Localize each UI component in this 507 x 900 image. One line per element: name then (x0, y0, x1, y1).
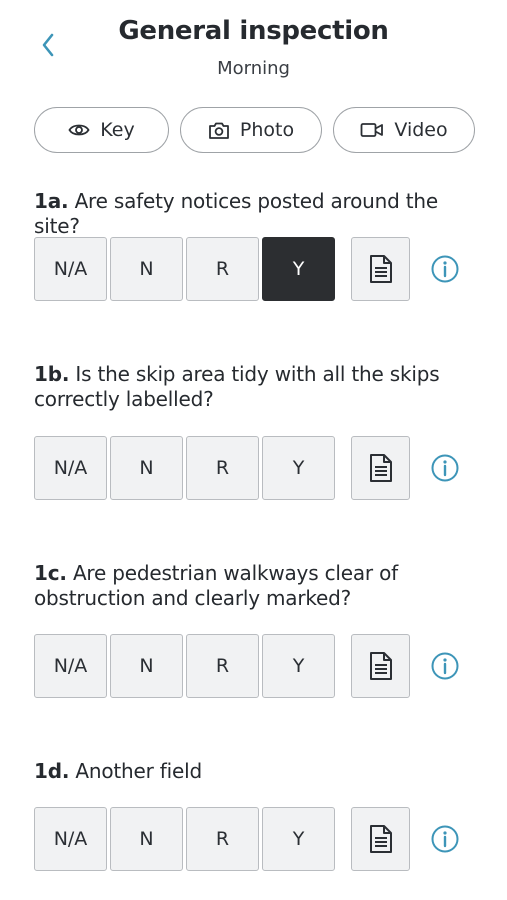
video-label: Video (394, 119, 448, 141)
info-icon (431, 825, 459, 853)
question-1a: 1a. Are safety notices posted around the… (34, 189, 484, 239)
question-text: Are safety notices posted around the sit… (34, 189, 439, 238)
question-number: 1a. (34, 189, 69, 213)
question-1d: 1d. Another field (34, 759, 484, 784)
option-y[interactable]: Y (262, 634, 335, 698)
notes-button[interactable] (351, 634, 410, 698)
video-camera-icon (360, 122, 384, 138)
option-y-selected[interactable]: Y (262, 237, 335, 301)
eye-icon (68, 122, 90, 138)
info-button[interactable] (430, 824, 460, 854)
question-number: 1b. (34, 362, 70, 386)
option-r[interactable]: R (186, 436, 259, 500)
info-icon (431, 454, 459, 482)
answers-1b: N/A N R Y (34, 436, 494, 500)
option-y[interactable]: Y (262, 436, 335, 500)
answers-1a: N/A N R Y (34, 237, 494, 301)
option-na[interactable]: N/A (34, 634, 107, 698)
question-number: 1c. (34, 561, 67, 585)
option-r[interactable]: R (186, 237, 259, 301)
answers-1c: N/A N R Y (34, 634, 494, 698)
option-n[interactable]: N (110, 237, 183, 301)
document-icon (369, 652, 392, 680)
option-na[interactable]: N/A (34, 807, 107, 871)
notes-button[interactable] (351, 436, 410, 500)
info-button[interactable] (430, 254, 460, 284)
info-button[interactable] (430, 453, 460, 483)
option-n[interactable]: N (110, 807, 183, 871)
option-na[interactable]: N/A (34, 436, 107, 500)
question-1b: 1b. Is the skip area tidy with all the s… (34, 362, 484, 412)
photo-label: Photo (239, 119, 295, 141)
media-buttons: Key Photo Video (34, 107, 476, 153)
page-subtitle: Morning (217, 58, 290, 79)
question-1c: 1c. Are pedestrian walkways clear of obs… (34, 561, 484, 611)
notes-button[interactable] (351, 807, 410, 871)
notes-button[interactable] (351, 237, 410, 301)
answers-1d: N/A N R Y (34, 807, 494, 871)
option-r[interactable]: R (186, 634, 259, 698)
photo-button[interactable]: Photo (180, 107, 322, 153)
page-title: General inspection (118, 16, 389, 46)
option-na[interactable]: N/A (34, 237, 107, 301)
question-text: Another field (69, 759, 202, 783)
info-button[interactable] (430, 651, 460, 681)
video-button[interactable]: Video (333, 107, 475, 153)
document-icon (369, 454, 392, 482)
header: General inspection Morning (0, 0, 507, 90)
option-n[interactable]: N (110, 436, 183, 500)
question-text: Is the skip area tidy with all the skips… (34, 362, 440, 411)
key-button[interactable]: Key (34, 107, 169, 153)
option-n[interactable]: N (110, 634, 183, 698)
option-r[interactable]: R (186, 807, 259, 871)
info-icon (431, 652, 459, 680)
info-icon (431, 255, 459, 283)
option-y[interactable]: Y (262, 807, 335, 871)
document-icon (369, 825, 392, 853)
question-number: 1d. (34, 759, 70, 783)
question-text: Are pedestrian walkways clear of obstruc… (34, 561, 398, 610)
key-label: Key (100, 119, 135, 141)
document-icon (369, 255, 392, 283)
camera-icon (208, 120, 230, 140)
